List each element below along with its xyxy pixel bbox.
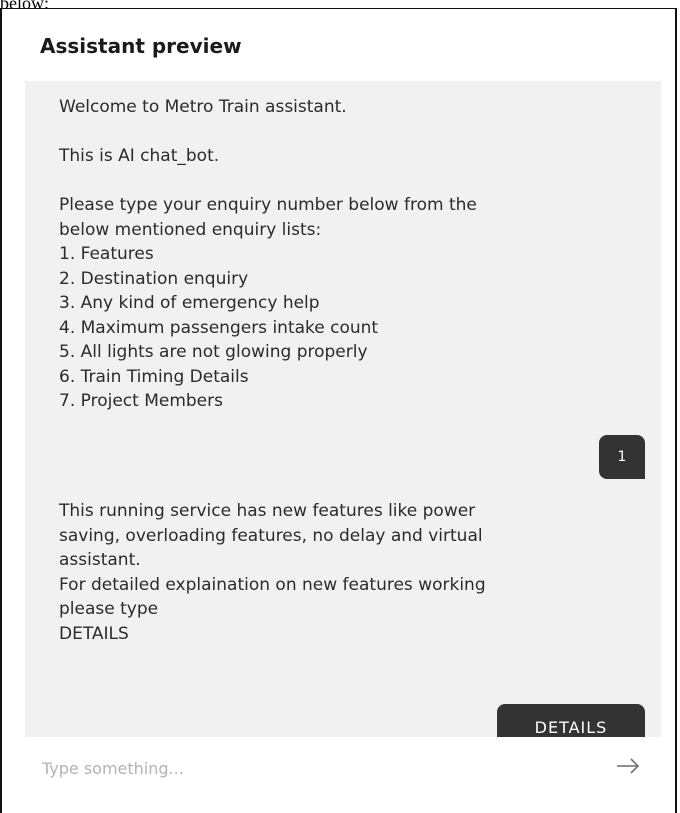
assistant-preview-window: Assistant preview Welcome to Metro Train…	[0, 8, 677, 813]
user-message-bubble-details: DETAILS	[497, 704, 645, 737]
page-title: Assistant preview	[40, 34, 242, 58]
user-message-text: DETAILS	[534, 718, 608, 737]
message-input-bar	[2, 737, 675, 799]
bot-message-intro: This is AI chat_bot.	[59, 146, 220, 166]
bot-message-enquiry-list: Please type your enquiry number below fr…	[59, 195, 477, 411]
message-input[interactable]	[40, 751, 584, 785]
user-message-bubble: 1	[599, 435, 645, 479]
user-message-text: 1	[617, 449, 627, 465]
chat-area[interactable]: Welcome to Metro Train assistant. This i…	[25, 81, 661, 737]
arrow-right-icon[interactable]	[615, 756, 641, 776]
bot-message-features: This running service has new features li…	[59, 501, 486, 644]
header: Assistant preview	[2, 9, 675, 81]
bot-message-welcome: Welcome to Metro Train assistant.	[59, 97, 347, 117]
